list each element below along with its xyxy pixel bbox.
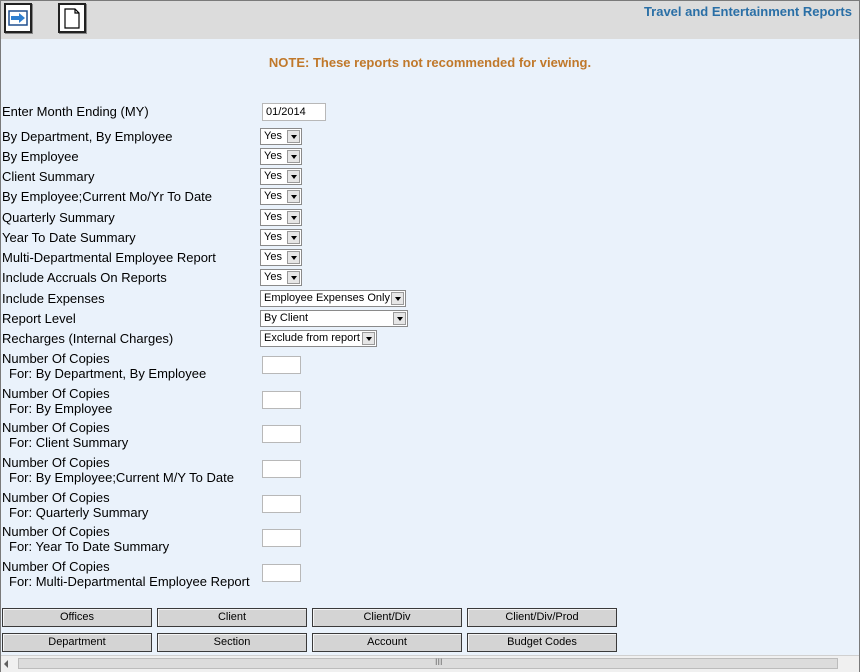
client-button[interactable]: Client bbox=[157, 608, 307, 627]
offices-button[interactable]: Offices bbox=[2, 608, 152, 627]
copies-input[interactable] bbox=[262, 495, 301, 513]
toolbar: Travel and Entertainment Reports bbox=[1, 1, 859, 39]
option-label: By Department, By Employee bbox=[2, 129, 173, 144]
option-select[interactable]: Yes bbox=[260, 229, 302, 246]
account-button[interactable]: Account bbox=[312, 633, 462, 652]
section-button[interactable]: Section bbox=[157, 633, 307, 652]
copies-label: Number Of Copies For: By Department, By E… bbox=[2, 351, 207, 381]
option-label: Year To Date Summary bbox=[2, 230, 136, 245]
chevron-down-icon bbox=[287, 190, 300, 203]
budget-codes-button[interactable]: Budget Codes bbox=[467, 633, 617, 652]
option-select[interactable]: Yes bbox=[260, 148, 302, 165]
department-button[interactable]: Department bbox=[2, 633, 152, 652]
copies-input[interactable] bbox=[262, 356, 301, 374]
copies-input[interactable] bbox=[262, 564, 301, 582]
option-label: Quarterly Summary bbox=[2, 210, 115, 225]
option-label: By Employee;Current Mo/Yr To Date bbox=[2, 189, 213, 204]
document-button[interactable] bbox=[58, 3, 86, 33]
copies-label: Number Of Copies For: Year To Date Summar… bbox=[2, 524, 170, 554]
chevron-down-icon bbox=[287, 130, 300, 143]
chevron-down-icon bbox=[287, 231, 300, 244]
copies-label: Number Of Copies For: By Employee;Current… bbox=[2, 455, 234, 485]
option-label: Recharges (Internal Charges) bbox=[2, 331, 174, 346]
chevron-down-icon bbox=[287, 271, 300, 284]
copies-input[interactable] bbox=[262, 391, 301, 409]
chevron-down-icon bbox=[393, 312, 406, 325]
copies-label: Number Of Copies For: By Employee bbox=[2, 386, 113, 416]
client-div-button[interactable]: Client/Div bbox=[312, 608, 462, 627]
chevron-down-icon bbox=[287, 170, 300, 183]
option-select[interactable]: Yes bbox=[260, 128, 302, 145]
month-ending-input[interactable] bbox=[262, 103, 326, 121]
chevron-down-icon bbox=[362, 332, 375, 345]
option-select[interactable]: Yes bbox=[260, 188, 302, 205]
chevron-down-icon bbox=[287, 211, 300, 224]
chevron-down-icon bbox=[287, 251, 300, 264]
option-label: By Employee bbox=[2, 149, 79, 164]
option-label: Client Summary bbox=[2, 169, 95, 184]
recharges-select[interactable]: Exclude from report bbox=[260, 330, 377, 347]
copies-label: Number Of Copies For: Quarterly Summary bbox=[2, 490, 149, 520]
month-ending-label: Enter Month Ending (MY) bbox=[2, 104, 149, 119]
option-label: Include Expenses bbox=[2, 291, 105, 306]
scroll-left-icon[interactable] bbox=[4, 660, 8, 668]
chevron-down-icon bbox=[391, 292, 404, 305]
client-div-prod-button[interactable]: Client/Div/Prod bbox=[467, 608, 617, 627]
horizontal-scrollbar[interactable]: III bbox=[1, 655, 859, 672]
copies-label: Number Of Copies For: Multi-Departmental … bbox=[2, 559, 250, 589]
option-label: Include Accruals On Reports bbox=[2, 270, 167, 285]
copies-input[interactable] bbox=[262, 425, 301, 443]
option-select[interactable]: Yes bbox=[260, 168, 302, 185]
include-expenses-select[interactable]: Employee Expenses Only bbox=[260, 290, 406, 307]
option-label: Report Level bbox=[2, 311, 76, 326]
option-label: Multi-Departmental Employee Report bbox=[2, 250, 216, 265]
scrollbar-thumb[interactable] bbox=[18, 658, 838, 669]
option-select[interactable]: Yes bbox=[260, 249, 302, 266]
copies-input[interactable] bbox=[262, 529, 301, 547]
scrollbar-grip: III bbox=[435, 657, 443, 667]
copies-label: Number Of Copies For: Client Summary bbox=[2, 420, 129, 450]
option-select[interactable]: Yes bbox=[260, 269, 302, 286]
note-text: NOTE: These reports not recommended for … bbox=[268, 55, 592, 70]
page-title: Travel and Entertainment Reports bbox=[643, 4, 852, 19]
submit-button[interactable] bbox=[4, 3, 32, 33]
report-level-select[interactable]: By Client bbox=[260, 310, 408, 327]
chevron-down-icon bbox=[287, 150, 300, 163]
arrow-right-icon bbox=[8, 10, 28, 26]
copies-input[interactable] bbox=[262, 460, 301, 478]
document-icon bbox=[64, 8, 80, 29]
option-select[interactable]: Yes bbox=[260, 209, 302, 226]
